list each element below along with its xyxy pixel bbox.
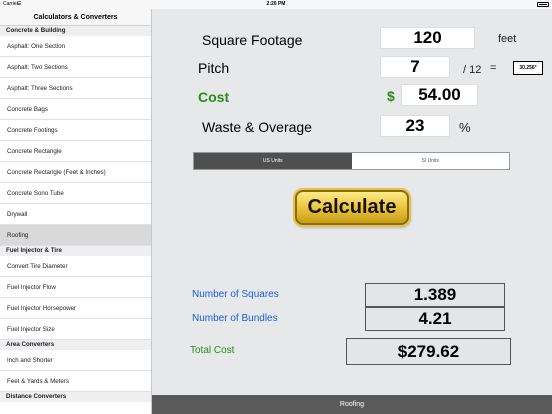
si-units-tab[interactable]: SI Units [352,153,510,169]
calculate-button[interactable]: Calculate [295,190,409,225]
sidebar: Calculators & Converters Concrete & Buil… [0,9,152,414]
sidebar-item-concrete-rectangle-ft-in[interactable]: Concrete Rectangle (Feet & Inches) [0,162,151,183]
pitch-denominator: / 12 [463,64,482,76]
waste-label: Waste & Overage [202,119,312,135]
sidebar-item-concrete-sono-tube[interactable]: Concrete Sono Tube [0,183,151,204]
square-footage-unit: feet [498,33,517,45]
bundles-label: Number of Bundles [192,313,278,324]
cost-input[interactable]: 54.00 [401,84,478,106]
battery-icon [537,2,549,7]
waste-unit: % [459,120,471,135]
total-cost-label: Total Cost [190,345,235,356]
sidebar-item-convert-tire[interactable]: Convert Tire Diameter [0,256,151,277]
pitch-equals: = [490,62,497,74]
bundles-value: 4.21 [365,307,505,331]
total-cost-value: $279.62 [346,338,511,365]
bottom-title-bar: Roofing [152,395,552,414]
sidebar-item-injector-hp[interactable]: Fuel Injector Horsepower [0,298,151,319]
waste-input[interactable]: 23 [380,115,450,137]
units-segmented-control: US Units SI Units [193,152,510,170]
section-header-distance: Distance Converters [0,392,151,402]
sidebar-item-injector-flow[interactable]: Fuel Injector Flow [0,277,151,298]
square-footage-input[interactable]: 120 [380,27,475,49]
cost-currency: $ [387,88,395,104]
pitch-input[interactable]: 7 [380,56,450,78]
sidebar-item-concrete-bags[interactable]: Concrete Bags [0,99,151,120]
status-bar: Carrier ☰ 2:20 PM [0,0,552,9]
square-footage-label: Square Footage [202,32,303,48]
cost-label: Cost [198,89,230,105]
pitch-angle-display: 30.256° [513,61,543,75]
main-panel: Square Footage 120 feet Pitch 7 / 12 = 3… [152,9,552,395]
sidebar-item-drywall[interactable]: Drywall [0,204,151,225]
pitch-label: Pitch [198,60,230,76]
sidebar-item-injector-size[interactable]: Fuel Injector Size [0,319,151,340]
squares-value: 1.389 [365,283,505,307]
section-header-fuel: Fuel Injector & Tire [0,246,151,256]
sidebar-item-asphalt-one[interactable]: Asphalt: One Section [0,36,151,57]
squares-label: Number of Squares [192,289,279,300]
sidebar-title: Calculators & Converters [0,9,151,26]
sidebar-item-roofing[interactable]: Roofing [0,225,151,246]
clock: 2:20 PM [266,1,286,7]
sidebar-item-concrete-footings[interactable]: Concrete Footings [0,120,151,141]
sidebar-item-asphalt-three[interactable]: Asphalt: Three Sections [0,78,151,99]
us-units-tab[interactable]: US Units [194,153,352,169]
sidebar-item-feet-yards-meters[interactable]: Feet & Yards & Meters [0,371,151,392]
sidebar-item-asphalt-two[interactable]: Asphalt: Two Sections [0,57,151,78]
section-header-concrete: Concrete & Building [0,26,151,36]
sidebar-item-concrete-rectangle[interactable]: Concrete Rectangle [0,141,151,162]
section-header-area: Area Converters [0,340,151,350]
sidebar-item-inch-shorter[interactable]: Inch and Shorter [0,350,151,371]
